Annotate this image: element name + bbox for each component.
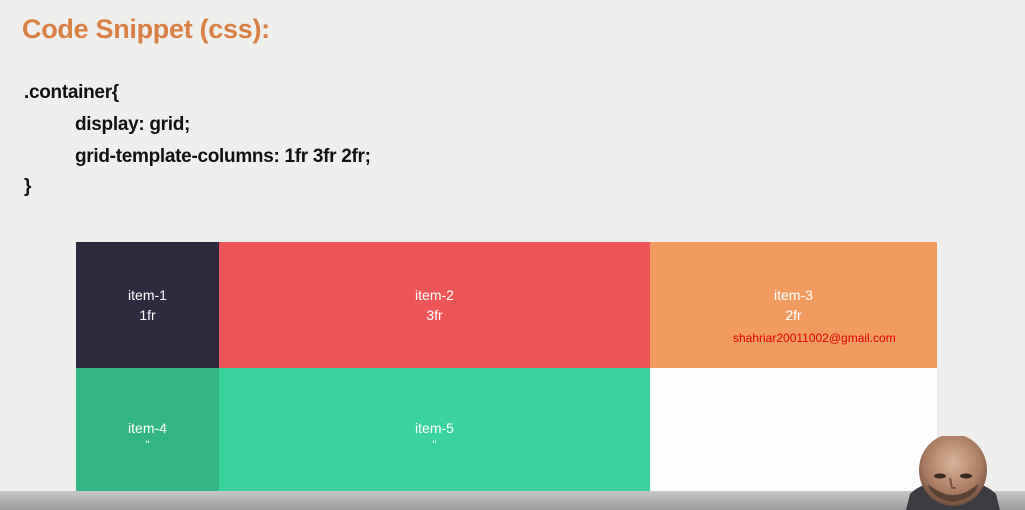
grid-item-4-size: " xyxy=(145,438,150,452)
presenter-webcam-icon xyxy=(906,436,1000,510)
grid-item-3-size: 2fr xyxy=(785,307,802,323)
grid-item-1-label: item-1 xyxy=(128,287,167,303)
grid-item-2-size: 3fr xyxy=(426,307,443,323)
grid-item-3-label: item-3 xyxy=(774,287,813,303)
slide-title: Code Snippet (css): xyxy=(22,14,270,44)
grid-item-1: item-1 1fr xyxy=(76,242,219,368)
code-line-grid-template: grid-template-columns: 1fr 3fr 2fr; xyxy=(75,146,371,167)
grid-item-4: item-4 " xyxy=(76,368,219,494)
grid-demo: item-1 1fr item-2 3fr item-3 2fr item-4 … xyxy=(76,242,937,494)
code-line-selector: .container{ xyxy=(24,82,119,103)
grid-item-2: item-2 3fr xyxy=(219,242,650,368)
grid-item-4-label: item-4 xyxy=(128,420,167,436)
grid-item-5: item-5 " xyxy=(219,368,650,494)
grid-item-5-size: " xyxy=(432,438,437,452)
grid-item-3: item-3 2fr xyxy=(650,242,937,368)
grid-empty-cell xyxy=(650,368,937,494)
grid-item-5-label: item-5 xyxy=(415,420,454,436)
grid-item-1-size: 1fr xyxy=(139,307,156,323)
video-bottom-bar xyxy=(0,491,1025,510)
code-line-close-brace: } xyxy=(24,176,32,197)
grid-item-2-label: item-2 xyxy=(415,287,454,303)
watermark-email: shahriar20011002@gmail.com xyxy=(733,331,896,345)
code-line-display: display: grid; xyxy=(75,114,191,135)
